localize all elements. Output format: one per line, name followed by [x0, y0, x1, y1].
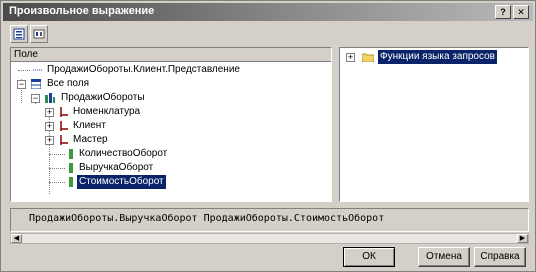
- reference-icon: [60, 121, 68, 131]
- expand-icon[interactable]: +: [346, 53, 355, 62]
- tree-line: [49, 182, 65, 183]
- expression-horizontal-scrollbar[interactable]: ◀ ▶: [10, 233, 529, 244]
- expand-icon[interactable]: +: [45, 108, 54, 117]
- resource-icon: [69, 163, 73, 173]
- functions-tree[interactable]: + Функции языка запросов: [339, 47, 529, 202]
- tree-line: [49, 168, 65, 169]
- collapse-icon[interactable]: −: [31, 94, 40, 103]
- field-view-button[interactable]: [30, 25, 48, 43]
- close-button[interactable]: ✕: [513, 5, 529, 19]
- register-icon: [45, 93, 55, 103]
- help-button[interactable]: Справка: [474, 247, 526, 267]
- scroll-right-icon[interactable]: ▶: [517, 234, 528, 243]
- fields-column-header: Поле: [11, 48, 331, 62]
- tree-line: [49, 154, 65, 155]
- help-title-button[interactable]: ?: [495, 5, 511, 19]
- tree-row-label: ВыручкаОборот: [79, 162, 154, 173]
- list-view-icon: [13, 28, 25, 40]
- tree-row-label: Клиент: [73, 120, 106, 131]
- folder-icon: [362, 53, 374, 62]
- table-icon: [31, 79, 41, 89]
- field-view-icon: [33, 29, 45, 39]
- collapse-icon[interactable]: −: [17, 80, 26, 89]
- resource-icon: [69, 177, 73, 187]
- tree-row-label: КоличествоОборот: [79, 148, 168, 159]
- expression-dialog: Произвольное выражение ? ✕ Поле ПродажиО…: [0, 0, 536, 272]
- list-view-button[interactable]: [10, 25, 28, 43]
- window-title: Произвольное выражение: [9, 5, 155, 17]
- cancel-button[interactable]: Отмена: [418, 247, 470, 267]
- reference-icon: [60, 135, 68, 145]
- tree-row-label: Все поля: [47, 78, 90, 89]
- tree-row-label: Мастер: [73, 134, 108, 145]
- expand-icon[interactable]: +: [45, 136, 54, 145]
- tree-line: [18, 70, 30, 71]
- field-dotted-icon: [33, 69, 43, 71]
- scroll-left-icon[interactable]: ◀: [11, 234, 22, 243]
- tree-row-label: Функции языка запросов: [378, 50, 497, 64]
- expression-editor[interactable]: ПродажиОбороты.ВыручкаОборот ПродажиОбор…: [10, 208, 529, 232]
- tree-row-label: Номенклатура: [73, 106, 141, 117]
- fields-tree[interactable]: Поле ПродажиОбороты.Клиент.Представление…: [10, 47, 332, 202]
- expression-text: ПродажиОбороты.ВыручкаОборот ПродажиОбор…: [29, 213, 385, 224]
- tree-row-label: СтоимостьОборот: [77, 175, 166, 189]
- title-bar: Произвольное выражение ? ✕: [3, 3, 533, 21]
- reference-icon: [60, 107, 68, 117]
- tree-row-label: ПродажиОбороты: [61, 92, 145, 103]
- tree-row-label: ПродажиОбороты.Клиент.Представление: [47, 64, 240, 75]
- resource-icon: [69, 149, 73, 159]
- expand-icon[interactable]: +: [45, 122, 54, 131]
- ok-button[interactable]: ОК: [343, 247, 395, 267]
